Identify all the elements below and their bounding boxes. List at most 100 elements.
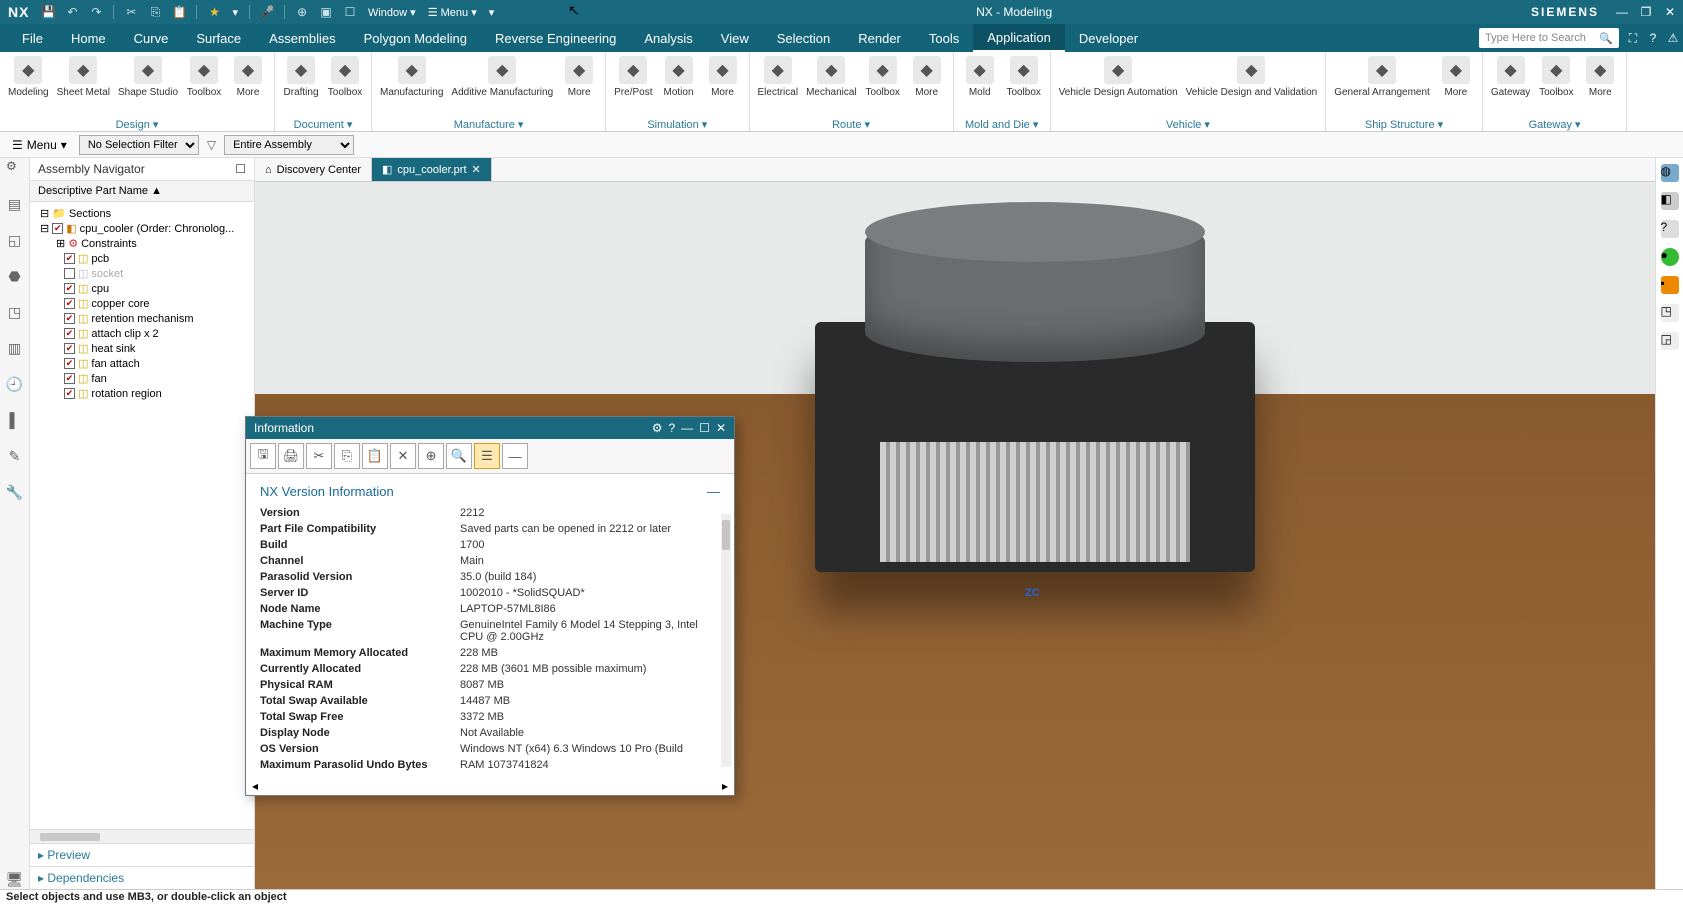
tree-item-cpu[interactable]: ◫cpu [34, 281, 250, 296]
ribbon-btn-toolbox[interactable]: ◆Toolbox [182, 54, 226, 100]
filter-menu-button[interactable]: ☰ Menu ▾ [4, 138, 75, 152]
tree-item-attach-clip-x-2[interactable]: ◫attach clip x 2 [34, 326, 250, 341]
nav-tree[interactable]: ⊟📁Sections ⊟ ◧cpu_cooler (Order: Chronol… [30, 202, 254, 829]
tab-part-file[interactable]: ◧ cpu_cooler.prt ✕ [372, 158, 492, 181]
checkbox-icon[interactable] [64, 253, 75, 264]
cut-icon[interactable]: ✂ [306, 443, 332, 469]
tree-item-fan[interactable]: ◫fan [34, 371, 250, 386]
menu-analysis[interactable]: Analysis [630, 24, 706, 52]
ribbon-btn-general-arrangement[interactable]: ◆General Arrangement [1330, 54, 1434, 100]
save-icon[interactable]: 🖫 [250, 443, 276, 469]
ribbon-btn-additive-manufacturing[interactable]: ◆Additive Manufacturing [447, 54, 557, 100]
ribbon-btn-more[interactable]: ◆More [701, 54, 745, 100]
ribbon-btn-vehicle-design-automation[interactable]: ◆Vehicle Design Automation [1055, 54, 1182, 100]
filter-funnel-icon[interactable]: ▽ [203, 138, 220, 152]
menu-view[interactable]: View [707, 24, 763, 52]
dialog-titlebar[interactable]: Information ⚙ ? — ☐ ✕ [246, 417, 734, 439]
layout-icon[interactable]: ▣ [317, 3, 335, 21]
right-tool-1[interactable]: ◍ [1661, 164, 1679, 182]
alert-icon[interactable]: ⚠ [1663, 24, 1683, 52]
window-icon[interactable]: ☐ [341, 3, 359, 21]
tree-item-retention-mechanism[interactable]: ◫retention mechanism [34, 311, 250, 326]
ribbon-btn-electrical[interactable]: ◆Electrical [754, 54, 803, 100]
ribbon-btn-toolbox[interactable]: ◆Toolbox [323, 54, 367, 100]
dialog-scroll-left[interactable]: ◂ [252, 779, 258, 793]
dialog-vertical-scrollbar[interactable] [721, 514, 731, 767]
minimize-button[interactable]: — [1613, 3, 1631, 21]
menu-assemblies[interactable]: Assemblies [255, 24, 349, 52]
palette-icon[interactable]: ▌ [5, 410, 25, 430]
menu-home[interactable]: Home [57, 24, 120, 52]
menu-curve[interactable]: Curve [120, 24, 183, 52]
ribbon-btn-pre-post[interactable]: ◆Pre/Post [610, 54, 656, 100]
clock-icon[interactable]: 🕘 [5, 374, 25, 394]
tree-item-copper-core[interactable]: ◫copper core [34, 296, 250, 311]
ribbon-btn-modeling[interactable]: ◆Modeling [4, 54, 53, 100]
gear-icon[interactable]: ⚙ [652, 421, 663, 435]
gear-icon[interactable]: ⚙ [6, 159, 17, 173]
right-tool-4[interactable]: ● [1661, 248, 1679, 266]
ribbon-btn-mechanical[interactable]: ◆Mechanical [802, 54, 861, 100]
nav-icon-5[interactable]: ▥ [5, 338, 25, 358]
tree-item-rotation-region[interactable]: ◫rotation region [34, 386, 250, 401]
ribbon-btn-motion[interactable]: ◆Motion [657, 54, 701, 100]
nav-column-header[interactable]: Descriptive Part Name ▲ [30, 181, 254, 202]
help-icon[interactable]: ? [668, 421, 675, 435]
checkbox-icon[interactable] [64, 268, 75, 279]
ribbon-btn-shape-studio[interactable]: ◆Shape Studio [114, 54, 182, 100]
tree-item-fan-attach[interactable]: ◫fan attach [34, 356, 250, 371]
help-icon[interactable]: ? [1643, 24, 1663, 52]
ribbon-btn-toolbox[interactable]: ◆Toolbox [1534, 54, 1578, 100]
star-icon[interactable]: ★ [205, 3, 223, 21]
dialog-scroll-right[interactable]: ▸ [722, 779, 728, 793]
redo-icon[interactable]: ↷ [87, 3, 105, 21]
ribbon-btn-toolbox[interactable]: ◆Toolbox [861, 54, 905, 100]
ribbon-btn-sheet-metal[interactable]: ◆Sheet Metal [53, 54, 114, 100]
nav-icon-3[interactable]: ⬣ [5, 266, 25, 286]
menu-polygon-modeling[interactable]: Polygon Modeling [350, 24, 481, 52]
tree-constraints[interactable]: ⊞⚙Constraints [34, 236, 250, 251]
assembly-scope-select[interactable]: Entire Assembly [224, 135, 354, 155]
list-view-icon[interactable]: ☰ [474, 443, 500, 469]
find-icon[interactable]: 🔍 [446, 443, 472, 469]
ribbon-btn-toolbox[interactable]: ◆Toolbox [1002, 54, 1046, 100]
menu-reverse-engineering[interactable]: Reverse Engineering [481, 24, 630, 52]
right-tool-5[interactable]: ▪ [1661, 276, 1679, 294]
right-tool-2[interactable]: ◧ [1661, 192, 1679, 210]
touch-icon[interactable]: ⊕ [293, 3, 311, 21]
paste-icon[interactable]: 📋 [362, 443, 388, 469]
paste-icon[interactable]: 📋 [170, 3, 188, 21]
nav-horizontal-scrollbar[interactable] [30, 829, 254, 843]
menu-surface[interactable]: Surface [182, 24, 255, 52]
checkbox-icon[interactable] [64, 373, 75, 384]
nav-icon-1[interactable]: ▤ [5, 194, 25, 214]
tree-sections[interactable]: ⊟📁Sections [34, 206, 250, 221]
search-input[interactable]: Type Here to Search 🔍 [1479, 28, 1619, 48]
maximize-icon[interactable]: ☐ [699, 421, 710, 435]
tree-item-heat-sink[interactable]: ◫heat sink [34, 341, 250, 356]
copy-icon[interactable]: ⎘ [146, 3, 164, 21]
restore-button[interactable]: ❐ [1637, 3, 1655, 21]
cut-icon[interactable]: ✂ [122, 3, 140, 21]
menu-render[interactable]: Render [844, 24, 915, 52]
ribbon-btn-drafting[interactable]: ◆Drafting [279, 54, 323, 100]
preview-section[interactable]: Preview [30, 843, 254, 866]
checkbox-icon[interactable] [64, 358, 75, 369]
checkbox-icon[interactable] [52, 223, 63, 234]
ribbon-btn-more[interactable]: ◆More [557, 54, 601, 100]
tab-discovery-center[interactable]: ⌂ Discovery Center [255, 158, 372, 181]
window-menu[interactable]: Window ▾ [365, 6, 419, 19]
save-icon[interactable]: 💾 [39, 3, 57, 21]
minimize-icon[interactable]: — [681, 421, 693, 435]
ribbon-btn-gateway[interactable]: ◆Gateway [1487, 54, 1534, 100]
checkbox-icon[interactable] [64, 343, 75, 354]
checkbox-icon[interactable] [64, 328, 75, 339]
close-button[interactable]: ✕ [1661, 3, 1679, 21]
checkbox-icon[interactable] [64, 313, 75, 324]
ribbon-btn-manufacturing[interactable]: ◆Manufacturing [376, 54, 447, 100]
close-icon[interactable]: ✕ [472, 163, 481, 176]
menu-selection[interactable]: Selection [763, 24, 844, 52]
checkbox-icon[interactable] [64, 283, 75, 294]
menu-application[interactable]: Application [973, 24, 1065, 52]
tree-root[interactable]: ⊟ ◧cpu_cooler (Order: Chronolog... [34, 221, 250, 236]
